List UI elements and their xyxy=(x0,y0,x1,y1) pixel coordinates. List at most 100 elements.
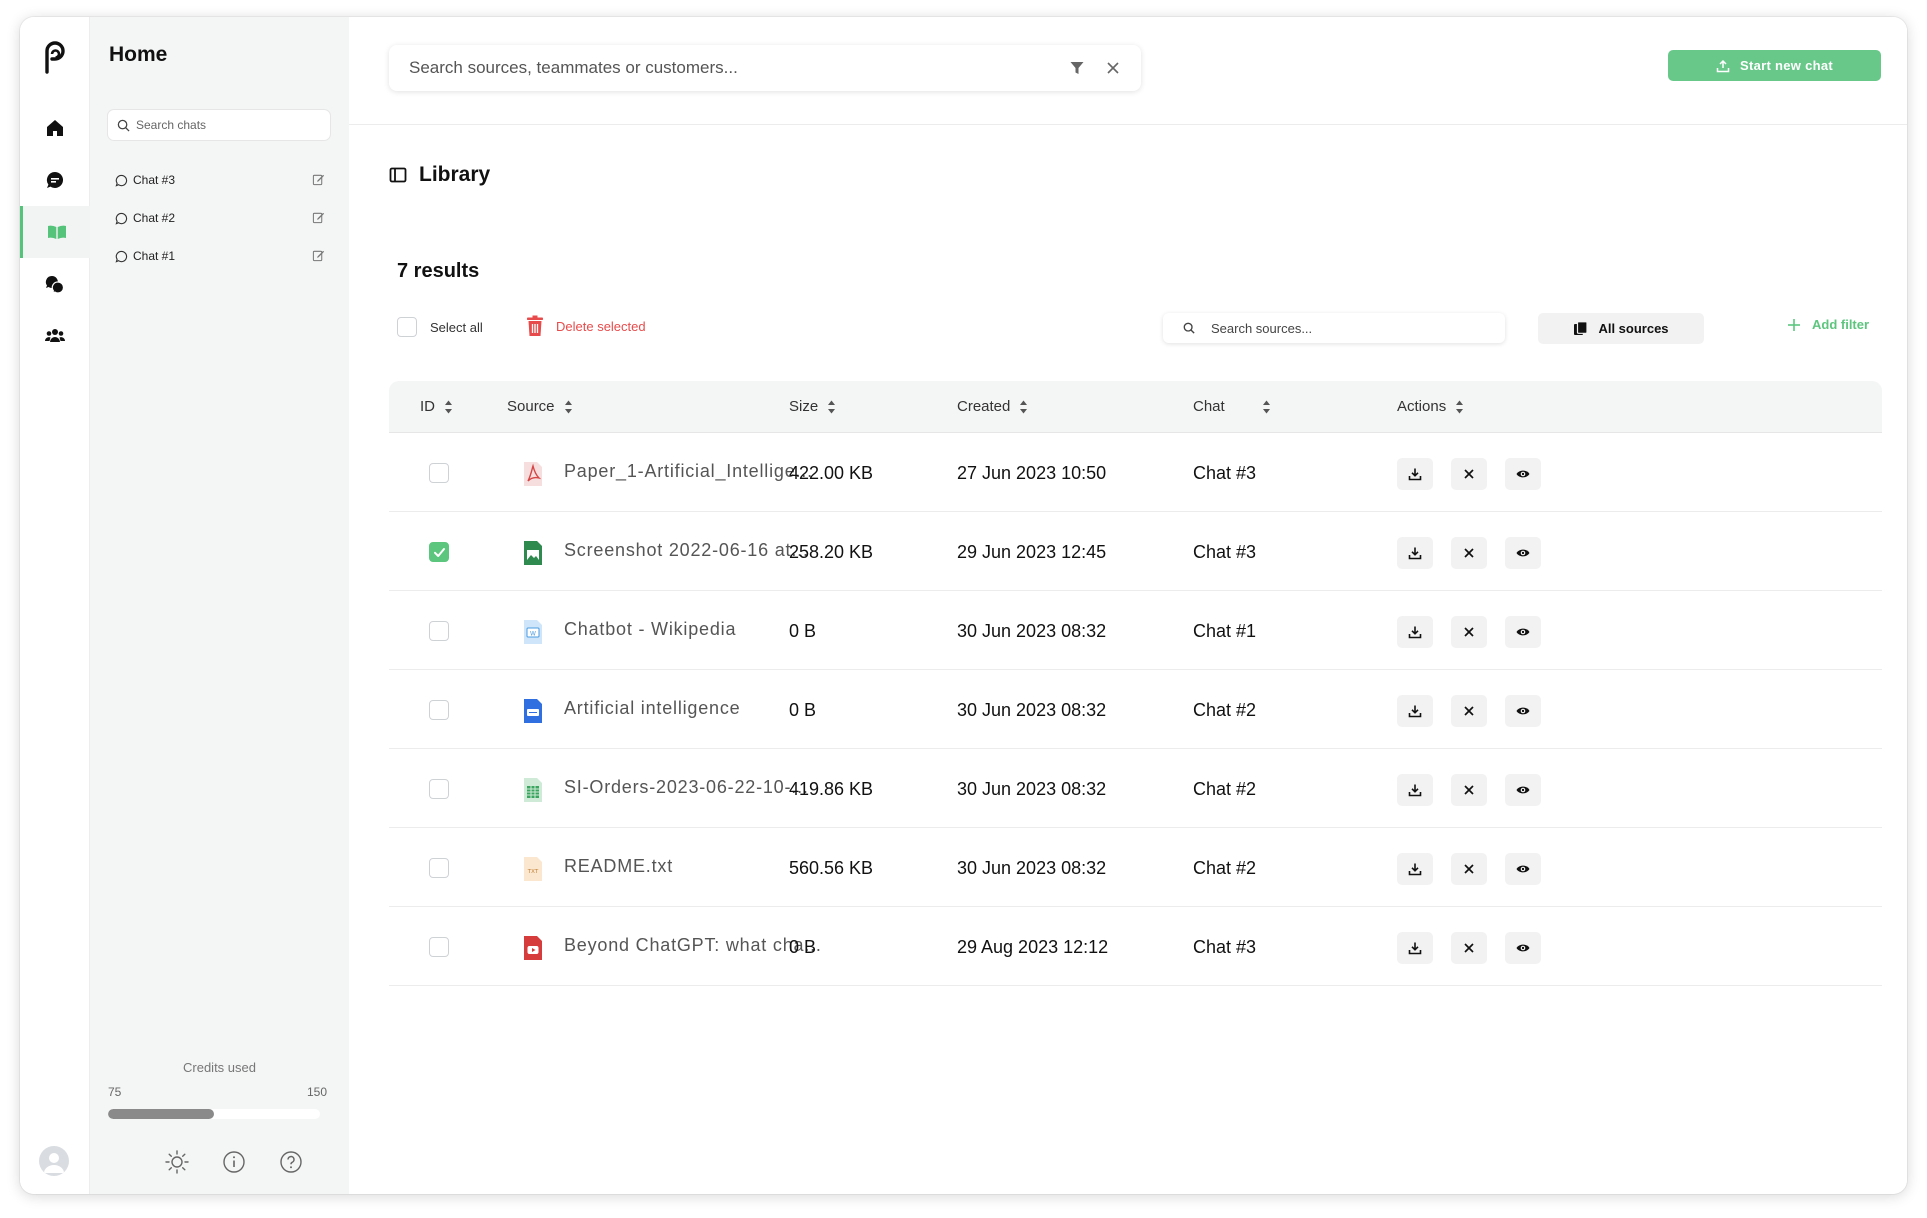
source-name[interactable]: README.txt xyxy=(564,856,673,877)
column-header-chat[interactable]: Chat xyxy=(1193,398,1271,415)
file-size: 0 B xyxy=(789,700,817,720)
sort-icon xyxy=(828,400,836,413)
source-name[interactable]: Artificial intelligence xyxy=(564,698,740,719)
start-new-chat-button[interactable]: Start new chat xyxy=(1668,50,1881,81)
created-date: 27 Jun 2023 10:50 xyxy=(957,463,1107,483)
column-header-id[interactable]: ID xyxy=(420,398,453,415)
download-button[interactable] xyxy=(1397,774,1433,806)
source-search[interactable] xyxy=(1163,313,1505,343)
edit-icon[interactable] xyxy=(312,173,325,186)
source-name[interactable]: Beyond ChatGPT: what cha... xyxy=(564,935,822,956)
remove-button[interactable] xyxy=(1451,853,1487,885)
help-button[interactable] xyxy=(278,1149,304,1175)
select-all[interactable]: Select all xyxy=(397,317,483,337)
column-header-source[interactable]: Source xyxy=(507,398,573,415)
download-button[interactable] xyxy=(1397,537,1433,569)
download-icon xyxy=(1408,468,1422,481)
info-button[interactable] xyxy=(221,1149,247,1175)
column-header-created[interactable]: Created xyxy=(957,398,1028,415)
table-row[interactable]: W Chatbot - Wikipedia 0 B 30 Jun 2023 08:32… xyxy=(389,591,1882,670)
remove-button[interactable] xyxy=(1451,616,1487,648)
table-row[interactable]: Artificial intelligence 0 B 30 Jun 2023 08… xyxy=(389,670,1882,749)
column-header-actions[interactable]: Actions xyxy=(1397,398,1464,415)
preview-button[interactable] xyxy=(1505,616,1541,648)
rail-conversations[interactable] xyxy=(20,258,90,310)
download-icon xyxy=(1408,942,1422,955)
remove-button[interactable] xyxy=(1451,774,1487,806)
app-logo[interactable] xyxy=(38,41,72,75)
preview-button[interactable] xyxy=(1505,537,1541,569)
sidebar-toggle-icon[interactable] xyxy=(389,166,407,184)
rail-chats[interactable] xyxy=(20,154,90,206)
download-button[interactable] xyxy=(1397,932,1433,964)
source-name[interactable]: Chatbot - Wikipedia xyxy=(564,619,736,640)
edit-icon[interactable] xyxy=(312,249,325,262)
sort-icon xyxy=(1456,400,1464,413)
file-size: 560.56 KB xyxy=(789,858,874,878)
table-row[interactable]: Beyond ChatGPT: what cha... 0 B 29 Aug 202… xyxy=(389,907,1882,986)
edit-icon[interactable] xyxy=(312,211,325,224)
table-row[interactable]: SI-Orders-2023-06-22-10-... 419.86 KB 30 J… xyxy=(389,749,1882,828)
theme-toggle[interactable] xyxy=(164,1149,190,1175)
library-icon xyxy=(47,225,66,239)
delete-selected-label: Delete selected xyxy=(556,318,646,334)
created-date: 29 Aug 2023 12:12 xyxy=(957,937,1109,957)
chat-search-input[interactable] xyxy=(136,118,326,132)
close-icon xyxy=(1464,785,1474,795)
source-search-input[interactable] xyxy=(1211,320,1491,336)
row-checkbox[interactable] xyxy=(429,542,449,562)
info-icon xyxy=(223,1151,245,1173)
download-button[interactable] xyxy=(1397,616,1433,648)
row-checkbox[interactable] xyxy=(429,858,449,878)
rail-home[interactable] xyxy=(20,102,90,154)
close-icon xyxy=(1464,864,1474,874)
row-checkbox[interactable] xyxy=(429,779,449,799)
chat-icon xyxy=(46,171,64,188)
table-row[interactable]: Paper_1-Artificial_Intellige... 422.00 KB… xyxy=(389,433,1882,512)
file-size: 0 B xyxy=(789,621,817,641)
chat-list-item[interactable]: Chat #3 xyxy=(115,169,325,191)
preview-button[interactable] xyxy=(1505,853,1541,885)
chat-list-item[interactable]: Chat #1 xyxy=(115,245,325,267)
remove-button[interactable] xyxy=(1451,932,1487,964)
row-checkbox[interactable] xyxy=(429,621,449,641)
source-name[interactable]: Paper_1-Artificial_Intellige... xyxy=(564,461,813,482)
download-icon xyxy=(1408,863,1422,876)
download-button[interactable] xyxy=(1397,853,1433,885)
preview-button[interactable] xyxy=(1505,932,1541,964)
all-sources-button[interactable]: All sources xyxy=(1538,313,1704,344)
rail-library[interactable] xyxy=(20,206,90,258)
column-header-size[interactable]: Size xyxy=(789,398,836,415)
table-row[interactable]: Screenshot 2022-06-16 at... 258.20 KB 29 J… xyxy=(389,512,1882,591)
global-search-input[interactable] xyxy=(409,58,1029,78)
filter-icon[interactable] xyxy=(1069,60,1085,76)
remove-button[interactable] xyxy=(1451,537,1487,569)
source-name[interactable]: SI-Orders-2023-06-22-10-... xyxy=(564,777,809,798)
copy-icon xyxy=(1574,321,1589,335)
user-avatar[interactable] xyxy=(39,1146,69,1176)
preview-button[interactable] xyxy=(1505,458,1541,490)
search-icon xyxy=(1183,322,1195,334)
table-row[interactable]: TXT README.txt 560.56 KB 30 Jun 2023 08:32 C… xyxy=(389,828,1882,907)
delete-selected-button[interactable]: Delete selected xyxy=(526,315,646,337)
row-checkbox[interactable] xyxy=(429,463,449,483)
remove-button[interactable] xyxy=(1451,458,1487,490)
download-button[interactable] xyxy=(1397,458,1433,490)
row-checkbox[interactable] xyxy=(429,700,449,720)
close-icon[interactable] xyxy=(1105,60,1121,76)
select-all-checkbox[interactable] xyxy=(397,317,417,337)
preview-button[interactable] xyxy=(1505,695,1541,727)
global-search[interactable] xyxy=(389,45,1141,91)
chat-list-item[interactable]: Chat #2 xyxy=(115,207,325,229)
table-body: Paper_1-Artificial_Intellige... 422.00 KB… xyxy=(389,433,1882,986)
rail-team[interactable] xyxy=(20,310,90,362)
start-new-chat-label: Start new chat xyxy=(1739,58,1834,73)
source-name[interactable]: Screenshot 2022-06-16 at... xyxy=(564,540,809,561)
row-checkbox[interactable] xyxy=(429,937,449,957)
chat-search[interactable] xyxy=(108,110,330,140)
download-button[interactable] xyxy=(1397,695,1433,727)
add-filter-button[interactable]: Add filter xyxy=(1787,317,1869,332)
remove-button[interactable] xyxy=(1451,695,1487,727)
all-sources-label: All sources xyxy=(1598,321,1669,336)
preview-button[interactable] xyxy=(1505,774,1541,806)
